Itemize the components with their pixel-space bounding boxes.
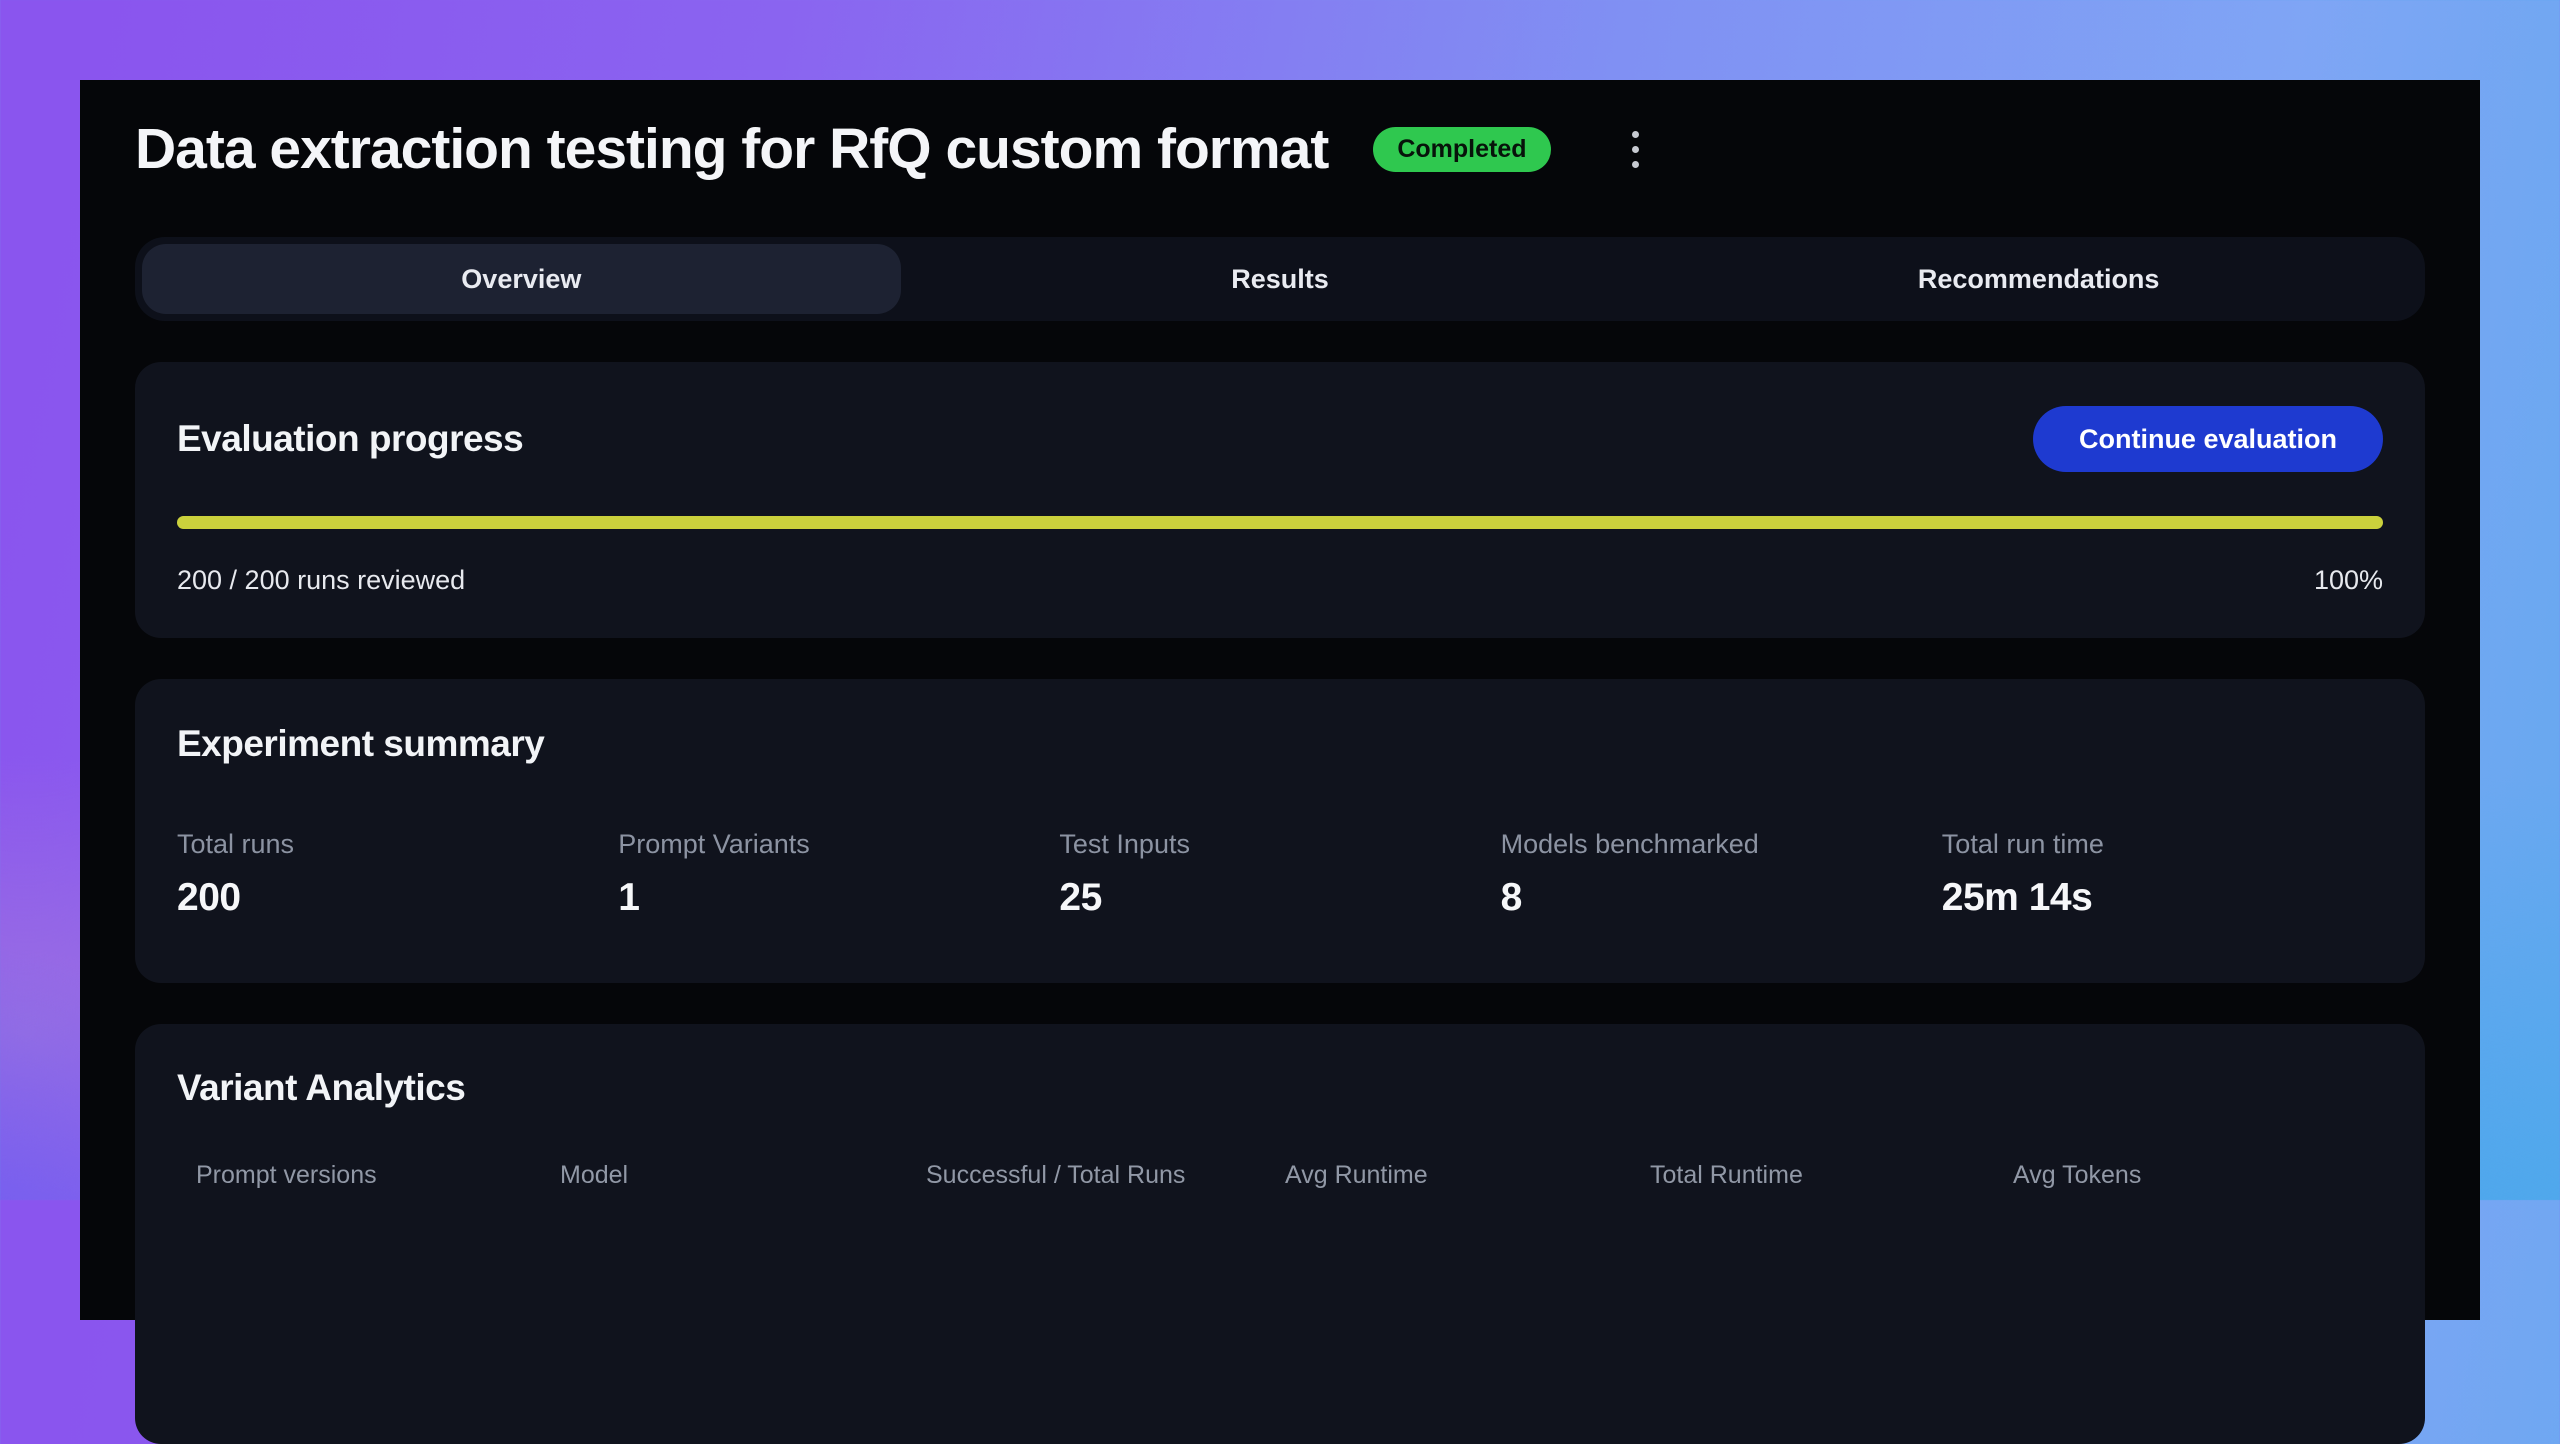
stat-label: Test Inputs — [1059, 829, 1500, 860]
stat-value: 8 — [1501, 876, 1942, 920]
tab-bar: Overview Results Recommendations — [135, 237, 2425, 321]
stat-test-inputs: Test Inputs 25 — [1059, 829, 1500, 920]
experiment-summary-title: Experiment summary — [177, 679, 2383, 765]
stat-label: Total run time — [1942, 829, 2383, 860]
stat-models-benchmarked: Models benchmarked 8 — [1501, 829, 1942, 920]
column-header-avg-tokens: Avg Tokens — [2013, 1161, 2383, 1190]
stat-value: 25m 14s — [1942, 876, 2383, 920]
evaluation-progress-header: Evaluation progress Continue evaluation — [177, 362, 2383, 472]
status-badge: Completed — [1373, 127, 1550, 172]
stat-value: 25 — [1059, 876, 1500, 920]
column-header-model: Model — [560, 1161, 926, 1190]
column-header-successful-total-runs: Successful / Total Runs — [926, 1161, 1285, 1190]
progress-bar-fill — [177, 516, 2383, 529]
progress-percent-label: 100% — [2314, 565, 2383, 596]
variant-analytics-card: Variant Analytics Prompt versions Model … — [135, 1024, 2425, 1444]
tab-results[interactable]: Results — [901, 244, 1660, 314]
stat-label: Models benchmarked — [1501, 829, 1942, 860]
variant-analytics-title: Variant Analytics — [177, 1024, 2383, 1109]
stat-label: Total runs — [177, 829, 618, 860]
tab-recommendations[interactable]: Recommendations — [1659, 244, 2418, 314]
stat-prompt-variants: Prompt Variants 1 — [618, 829, 1059, 920]
stat-total-runs: Total runs 200 — [177, 829, 618, 920]
stat-value: 1 — [618, 876, 1059, 920]
progress-bar — [177, 516, 2383, 529]
stat-label: Prompt Variants — [618, 829, 1059, 860]
runs-reviewed-label: 200 / 200 runs reviewed — [177, 565, 465, 596]
evaluation-progress-card: Evaluation progress Continue evaluation … — [135, 362, 2425, 638]
stat-total-run-time: Total run time 25m 14s — [1942, 829, 2383, 920]
content-area: Data extraction testing for RfQ custom f… — [80, 110, 2480, 1444]
kebab-menu-icon[interactable] — [1626, 125, 1645, 174]
experiment-summary-stats: Total runs 200 Prompt Variants 1 Test In… — [177, 829, 2383, 920]
column-header-total-runtime: Total Runtime — [1650, 1161, 2013, 1190]
column-header-avg-runtime: Avg Runtime — [1285, 1161, 1650, 1190]
tab-overview[interactable]: Overview — [142, 244, 901, 314]
app-window: Data extraction testing for RfQ custom f… — [80, 80, 2480, 1320]
page-title: Data extraction testing for RfQ custom f… — [135, 118, 1328, 181]
experiment-summary-card: Experiment summary Total runs 200 Prompt… — [135, 679, 2425, 983]
progress-labels: 200 / 200 runs reviewed 100% — [177, 565, 2383, 596]
column-header-prompt-versions: Prompt versions — [196, 1161, 560, 1190]
stat-value: 200 — [177, 876, 618, 920]
evaluation-progress-title: Evaluation progress — [177, 418, 523, 460]
continue-evaluation-button[interactable]: Continue evaluation — [2033, 406, 2383, 472]
variant-analytics-table-header: Prompt versions Model Successful / Total… — [177, 1161, 2383, 1190]
page-header: Data extraction testing for RfQ custom f… — [135, 110, 2425, 188]
